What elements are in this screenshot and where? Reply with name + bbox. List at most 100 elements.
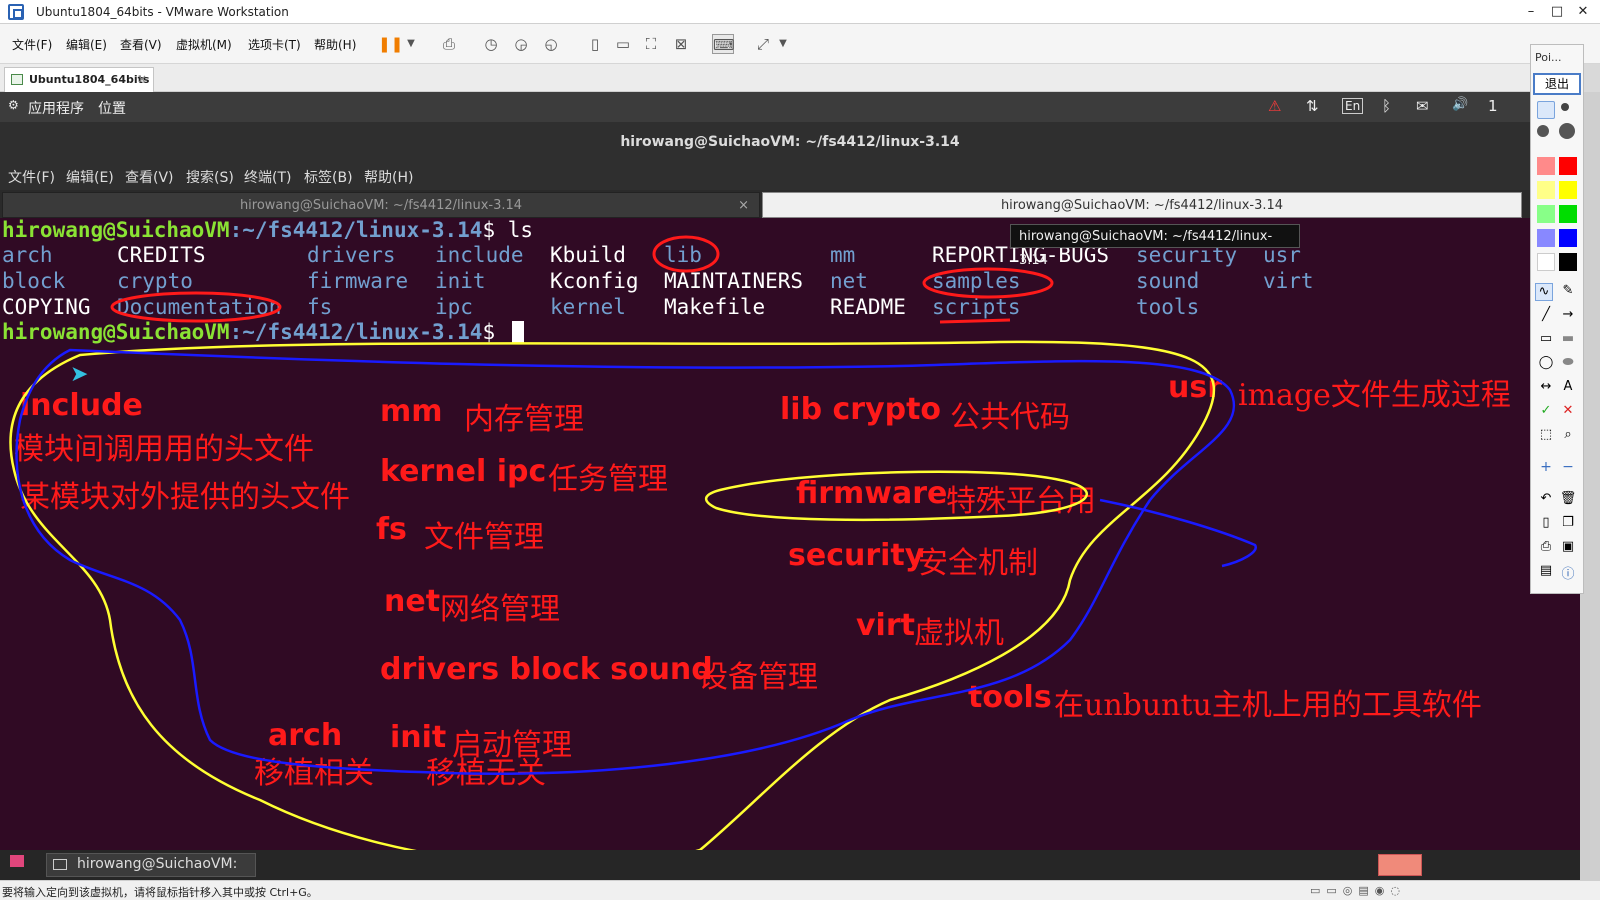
applications-menu[interactable]: 应用程序 [28, 98, 84, 118]
places-menu[interactable]: 位置 [98, 98, 126, 118]
tab-ubuntu-label: Ubuntu1804_64bits [29, 73, 150, 86]
terminal-tab-1-label: hirowang@SuichaoVM: ~/fs4412/linux-3.14 [239, 198, 523, 213]
tab-ubuntu[interactable]: Ubuntu1804_64bits × [4, 67, 154, 92]
double-arrow-icon[interactable]: ↔ [1537, 379, 1555, 397]
ellipse-tool-icon[interactable]: ◯ [1537, 355, 1555, 373]
snapshot-manager-icon[interactable]: ◵ [540, 34, 562, 54]
menu-vm[interactable]: 虚拟机(M) [176, 36, 232, 53]
console-view-icon[interactable]: ⌨ [712, 34, 735, 54]
color-yellow[interactable] [1559, 181, 1577, 199]
pause-dropdown-icon[interactable]: ▼ [400, 34, 422, 54]
color-white[interactable] [1537, 253, 1555, 271]
term-menu-search[interactable]: 搜索(S) [186, 167, 234, 187]
pen-size-medium[interactable] [1561, 103, 1569, 111]
menu-file[interactable]: 文件(F) [12, 36, 52, 53]
show-desktop-icon[interactable] [10, 855, 24, 867]
term-menu-view[interactable]: 查看(V) [125, 167, 174, 187]
maximize-button[interactable]: □ [1544, 2, 1570, 22]
menu-edit[interactable]: 编辑(E) [66, 36, 107, 53]
device-status-icons[interactable]: ▭▭◎▤◉◌ [1310, 884, 1406, 897]
fullscreen-icon[interactable]: ⛶ [640, 34, 662, 54]
ls-fs: fs [307, 295, 333, 319]
trash-icon[interactable]: 🗑 [1559, 491, 1577, 509]
mail-icon[interactable]: ✉ [1416, 97, 1429, 115]
freehand-pen-icon[interactable]: ∿ [1535, 283, 1553, 301]
minimize-button[interactable]: – [1518, 2, 1544, 22]
anno-lib-crypto: lib crypto [780, 392, 942, 427]
terminal-tab-row: hirowang@SuichaoVM: ~/fs4412/linux-3.14 … [0, 190, 1580, 218]
cancel-icon[interactable]: ✕ [1559, 403, 1577, 421]
ls-documentation: Documentation [117, 295, 282, 319]
ls-virt: virt [1263, 269, 1314, 293]
copy-icon[interactable]: ❐ [1559, 515, 1577, 533]
snapshot-icon[interactable]: ◷ [480, 34, 502, 54]
bluetooth-icon[interactable]: ᛒ [1382, 97, 1391, 115]
apps-icon[interactable]: ⚙ [8, 98, 19, 112]
network-icon[interactable]: ⇅ [1306, 97, 1319, 115]
info-icon[interactable]: ⓘ [1559, 563, 1577, 582]
rectangle-tool-icon[interactable]: ▭ [1537, 331, 1555, 349]
warning-icon[interactable]: ⚠ [1268, 97, 1281, 115]
screen-icon[interactable]: ▤ [1537, 563, 1555, 581]
add-icon[interactable]: + [1537, 459, 1555, 477]
send-keys-icon[interactable]: ⎙ [438, 34, 460, 54]
taskbar-terminal-item[interactable]: hirowang@SuichaoVM: ... [46, 853, 256, 888]
color-black[interactable] [1559, 253, 1577, 271]
term-menu-terminal[interactable]: 终端(T) [244, 167, 291, 187]
color-light-red[interactable] [1537, 157, 1555, 175]
menu-tabs[interactable]: 选项卡(T) [248, 36, 301, 53]
anno-init-desc2: 移植无关 [426, 756, 546, 791]
filled-ellipse-icon[interactable]: ⬬ [1559, 355, 1577, 373]
text-tool-icon[interactable]: A [1559, 379, 1577, 397]
stretch-dropdown-icon[interactable]: ▼ [772, 34, 794, 54]
ls-block: block [2, 269, 66, 293]
arrow-tool-icon[interactable]: → [1559, 307, 1577, 325]
line-tool-icon[interactable]: ╱ [1537, 307, 1555, 325]
menu-view[interactable]: 查看(V) [120, 36, 162, 53]
sidebar-toggle-icon[interactable]: ▯ [584, 34, 606, 54]
terminal-tab-1-close-icon[interactable]: × [738, 193, 749, 219]
pen-size-xlarge[interactable] [1559, 123, 1575, 139]
term-menu-file[interactable]: 文件(F) [8, 167, 55, 187]
highlighter-icon[interactable]: ✎ [1559, 283, 1577, 301]
workspace-switcher[interactable] [1378, 854, 1422, 876]
pen-size-small[interactable] [1537, 101, 1555, 119]
save-icon[interactable]: ▣ [1559, 539, 1577, 557]
color-light-yellow[interactable] [1537, 181, 1555, 199]
color-light-blue[interactable] [1537, 229, 1555, 247]
close-window-button[interactable]: ✕ [1570, 2, 1596, 22]
term-menu-tabs[interactable]: 标签(B) [304, 167, 353, 187]
select-region-icon[interactable]: ⬚ [1537, 427, 1555, 445]
pen-size-large[interactable] [1537, 125, 1549, 137]
thumbnail-icon[interactable]: ▭ [612, 34, 634, 54]
zoom-icon[interactable]: ⌕ [1559, 427, 1577, 445]
unity-icon[interactable]: ⊠ [670, 34, 692, 54]
terminal-body[interactable]: hirowang@SuichaoVM:~/fs4412/linux-3.14$ … [0, 218, 1580, 850]
terminal-tab-2[interactable]: hirowang@SuichaoVM: ~/fs4412/linux-3.14 [762, 192, 1522, 218]
new-page-icon[interactable]: ▯ [1537, 515, 1555, 533]
terminal-tab-1[interactable]: hirowang@SuichaoVM: ~/fs4412/linux-3.14 … [2, 192, 760, 218]
palette-exit-button[interactable]: 退出 [1533, 73, 1581, 95]
remove-icon[interactable]: − [1559, 459, 1577, 477]
ls-mm: mm [830, 243, 856, 267]
term-menu-help[interactable]: 帮助(H) [364, 167, 413, 187]
print-icon[interactable]: ⎙ [1537, 539, 1555, 557]
volume-icon[interactable]: 🔊 [1452, 97, 1468, 112]
stretch-icon[interactable]: ⤢ [752, 34, 774, 54]
clock-text[interactable]: 1 [1488, 97, 1498, 115]
filled-rectangle-icon[interactable]: ▬ [1559, 331, 1577, 349]
confirm-icon[interactable]: ✓ [1537, 403, 1555, 421]
pause-icon[interactable]: ❚❚ [378, 34, 403, 54]
tab-close-icon[interactable]: × [137, 72, 147, 86]
term-menu-edit[interactable]: 编辑(E) [66, 167, 114, 187]
color-green[interactable] [1559, 205, 1577, 223]
color-light-green[interactable] [1537, 205, 1555, 223]
ls-makefile: Makefile [664, 295, 766, 319]
menu-help[interactable]: 帮助(H) [314, 36, 356, 53]
input-method-icon[interactable]: En [1342, 98, 1364, 114]
revert-snapshot-icon[interactable]: ◶ [510, 34, 532, 54]
color-red[interactable] [1559, 157, 1577, 175]
anno-usr: usr [1168, 370, 1223, 405]
color-blue[interactable] [1559, 229, 1577, 247]
undo-icon[interactable]: ↶ [1537, 491, 1555, 509]
